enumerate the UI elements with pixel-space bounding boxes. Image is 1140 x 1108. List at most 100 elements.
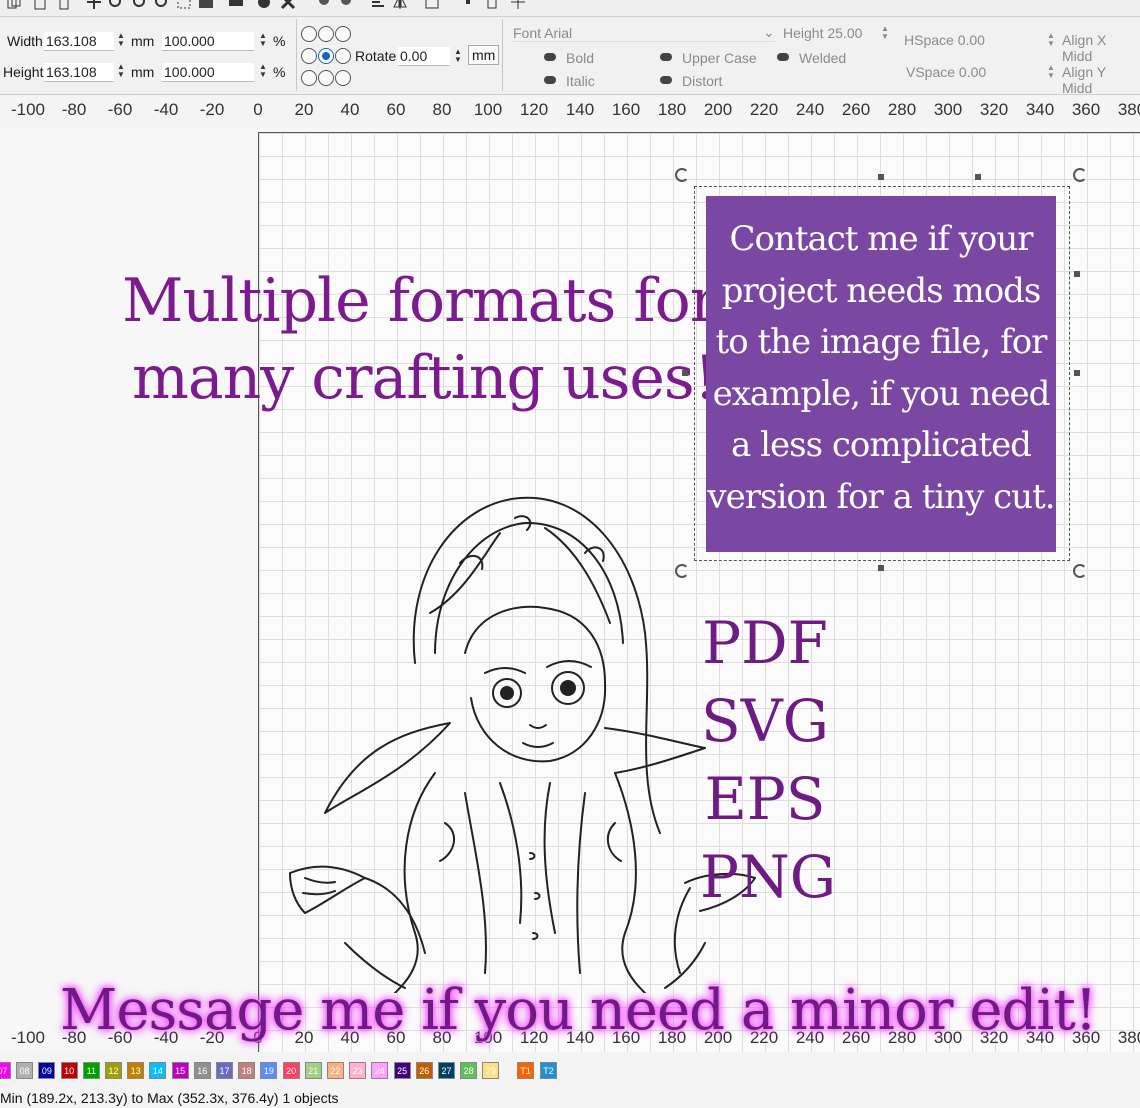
tools-icon[interactable] [280, 0, 296, 10]
color-swatch-23[interactable]: 23 [349, 1062, 367, 1079]
grid-snap-icon[interactable] [510, 0, 526, 10]
anchor-center-radio[interactable] [318, 48, 334, 64]
text-height-spinner[interactable]: ▲ ▼ [880, 25, 890, 41]
design-canvas[interactable]: Multiple formats for many crafting uses!… [0, 128, 1140, 1052]
height-spinner[interactable]: ▲ ▼ [116, 63, 126, 79]
color-swatch-21[interactable]: 21 [304, 1062, 322, 1079]
resize-handle-right-upper[interactable] [1074, 271, 1080, 277]
color-swatch-26[interactable]: 26 [415, 1062, 433, 1079]
users-icon[interactable] [316, 0, 332, 10]
color-swatch-09[interactable]: 09 [38, 1062, 56, 1079]
ruler-tick-label: 240 [795, 100, 825, 119]
node-icon[interactable] [464, 0, 480, 10]
color-swatch-22[interactable]: 22 [327, 1062, 344, 1079]
monitor-icon[interactable] [228, 0, 244, 10]
color-swatch-24[interactable]: 24 [371, 1062, 389, 1079]
height-input[interactable]: 163.108 [44, 63, 114, 82]
color-swatch-07[interactable]: 07 [0, 1062, 11, 1079]
ruler-tick-label: 100 [473, 100, 503, 119]
anchor-bottom-center-radio[interactable] [318, 70, 334, 86]
color-swatch-29[interactable]: 29 [482, 1062, 500, 1079]
text-height-field[interactable]: Height 25.00 [783, 25, 862, 41]
format-pdf: PDF [702, 609, 828, 677]
zoom-fit-icon[interactable] [154, 0, 170, 10]
move-icon[interactable] [86, 0, 102, 10]
welded-toggle[interactable] [777, 53, 789, 61]
mirror-icon[interactable] [392, 0, 408, 10]
layers-icon[interactable] [424, 0, 440, 10]
color-swatch-18[interactable]: 18 [238, 1062, 256, 1079]
zoom-out-icon[interactable] [132, 0, 148, 10]
bold-toggle[interactable] [544, 53, 556, 61]
align-y-select[interactable]: Align Y Midd [1062, 64, 1140, 96]
font-select[interactable]: Font Arial [513, 25, 775, 42]
hspace-field[interactable]: HSpace 0.00 [904, 32, 985, 48]
resize-handle-right[interactable] [1074, 370, 1080, 376]
anchor-bottom-right-radio[interactable] [335, 70, 351, 86]
height-scale-input[interactable]: 100.000 [162, 63, 254, 82]
color-swatch-17[interactable]: 17 [216, 1062, 233, 1079]
width-spinner[interactable]: ▲ ▼ [116, 32, 126, 48]
color-swatch-T2[interactable]: T2 [540, 1062, 557, 1079]
resize-handle-top[interactable] [878, 174, 884, 180]
ruler-tick-label: -100 [10, 1028, 46, 1047]
height-label: Height [3, 64, 44, 80]
color-swatch-12[interactable]: 12 [105, 1062, 122, 1079]
color-swatch-10[interactable]: 10 [60, 1062, 78, 1079]
anchor-middle-left-radio[interactable] [301, 48, 317, 64]
color-swatch-20[interactable]: 20 [282, 1062, 300, 1079]
rotate-unit-button[interactable]: mm [468, 45, 500, 65]
width-input[interactable]: 163.108 [44, 32, 114, 51]
height-unit: mm [131, 64, 155, 80]
camera-icon[interactable] [198, 0, 214, 10]
ruler-tick-label: 60 [386, 100, 406, 119]
color-swatch-11[interactable]: 11 [82, 1062, 100, 1079]
color-swatch-15[interactable]: 15 [171, 1062, 189, 1079]
color-swatch-28[interactable]: 28 [460, 1062, 478, 1079]
color-swatch-16[interactable]: 16 [193, 1062, 211, 1079]
color-swatch-T1[interactable]: T1 [517, 1062, 534, 1079]
color-swatch-25[interactable]: 25 [393, 1062, 411, 1079]
edit-node-icon[interactable] [486, 0, 502, 10]
ruler-tick-label: -80 [61, 100, 87, 119]
color-swatch-14[interactable]: 14 [149, 1062, 167, 1079]
italic-toggle[interactable] [544, 76, 556, 84]
copy-icon[interactable] [6, 0, 22, 10]
hspace-spinner[interactable]: ▲ ▼ [1046, 32, 1056, 48]
resize-handle-left[interactable] [682, 370, 688, 376]
resize-handle-top-right-mid[interactable] [975, 174, 981, 180]
distort-toggle[interactable] [660, 76, 672, 84]
rotate-handle-top-right[interactable] [1073, 168, 1087, 182]
rotate-handle-top-left[interactable] [675, 168, 689, 182]
color-swatch-27[interactable]: 27 [438, 1062, 455, 1079]
gear-icon[interactable] [256, 0, 272, 10]
width-scale-spinner[interactable]: ▲ ▼ [258, 32, 268, 48]
user-icon[interactable] [338, 0, 354, 10]
format-list: PDF SVG EPS PNG [700, 604, 836, 916]
vspace-field[interactable]: VSpace 0.00 [906, 64, 986, 80]
anchor-middle-right-radio[interactable] [335, 48, 351, 64]
anchor-top-center-radio[interactable] [318, 26, 334, 42]
color-swatch-13[interactable]: 13 [127, 1062, 145, 1079]
rotate-handle-bottom-right[interactable] [1073, 564, 1087, 578]
rotate-input[interactable]: 0.00 [398, 47, 450, 66]
vspace-spinner[interactable]: ▲ ▼ [1046, 64, 1056, 80]
upper-case-toggle[interactable] [660, 53, 672, 61]
height-scale-spinner[interactable]: ▲ ▼ [258, 63, 268, 79]
zoom-window-icon[interactable] [176, 0, 192, 10]
anchor-top-right-radio[interactable] [335, 26, 351, 42]
rotate-spinner[interactable]: ▲ ▼ [453, 48, 463, 64]
align-icon[interactable] [370, 0, 386, 10]
paste-icon[interactable] [32, 0, 48, 10]
resize-handle-bottom[interactable] [878, 565, 884, 571]
width-scale-input[interactable]: 100.000 [162, 32, 254, 51]
font-dropdown-chevron-icon[interactable]: ⌄ [763, 24, 775, 41]
color-swatch-19[interactable]: 19 [260, 1062, 278, 1079]
zoom-in-icon[interactable] [108, 0, 124, 10]
anchor-bottom-left-radio[interactable] [301, 70, 317, 86]
align-x-select[interactable]: Align X Midd [1062, 32, 1140, 64]
color-swatch-08[interactable]: 08 [16, 1062, 34, 1079]
delete-icon[interactable] [56, 0, 72, 10]
ruler-tick-label: 80 [432, 100, 452, 119]
anchor-top-left-radio[interactable] [301, 26, 317, 42]
